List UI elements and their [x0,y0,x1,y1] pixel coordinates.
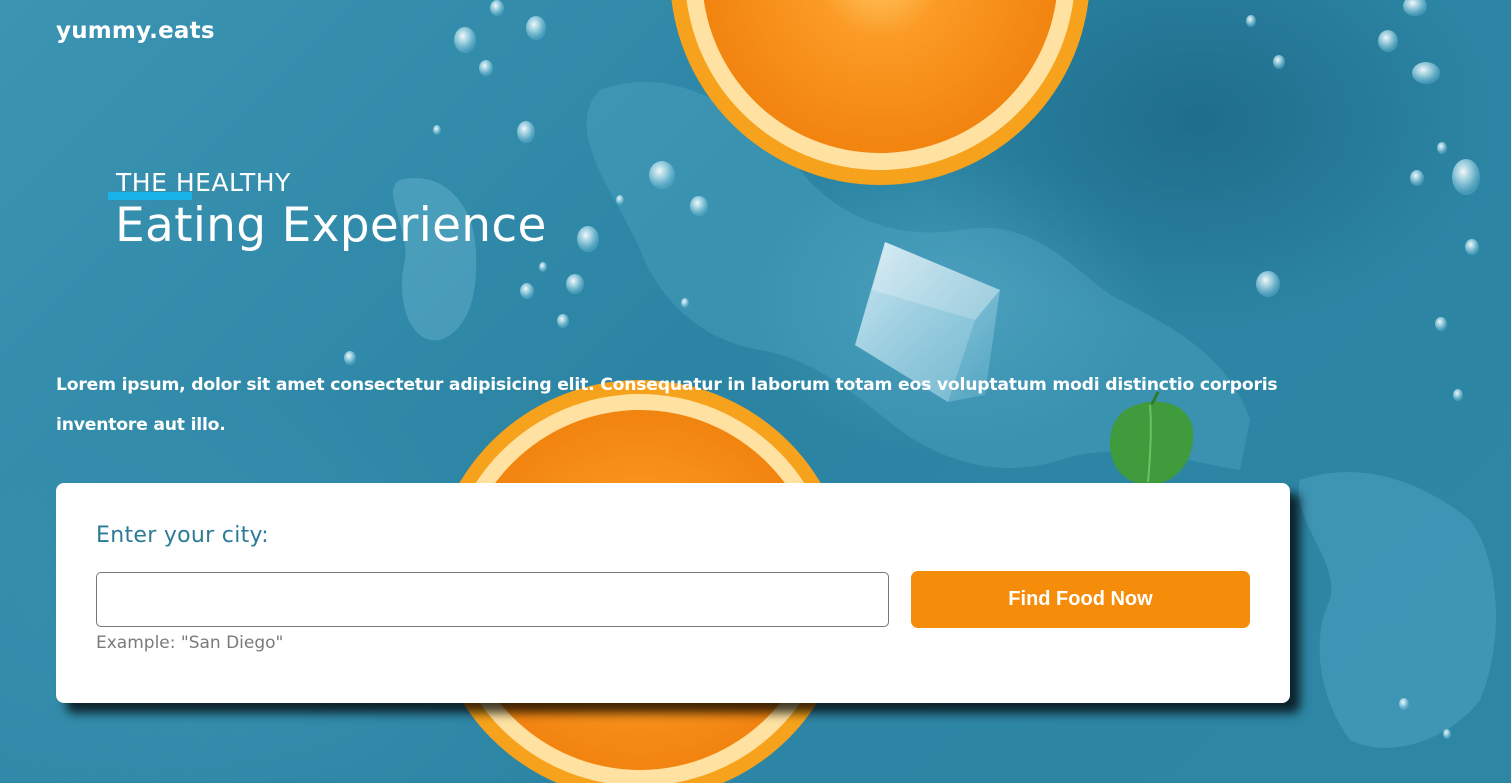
city-input[interactable] [96,572,889,627]
hero-eyebrow: THE HEALTHY [116,168,291,197]
hero-eyebrow-group: THE HEALTHY [108,168,290,200]
hero-title: Eating Experience [115,198,547,253]
find-food-button[interactable]: Find Food Now [911,571,1250,628]
hero-description: Lorem ipsum, dolor sit amet consectetur … [56,375,1278,435]
city-search-card: Enter your city: Example: "San Diego" Fi… [56,483,1290,703]
city-label: Enter your city: [96,523,269,548]
city-example-hint: Example: "San Diego" [96,633,284,653]
brand-logo[interactable]: yummy.eats [56,18,215,44]
